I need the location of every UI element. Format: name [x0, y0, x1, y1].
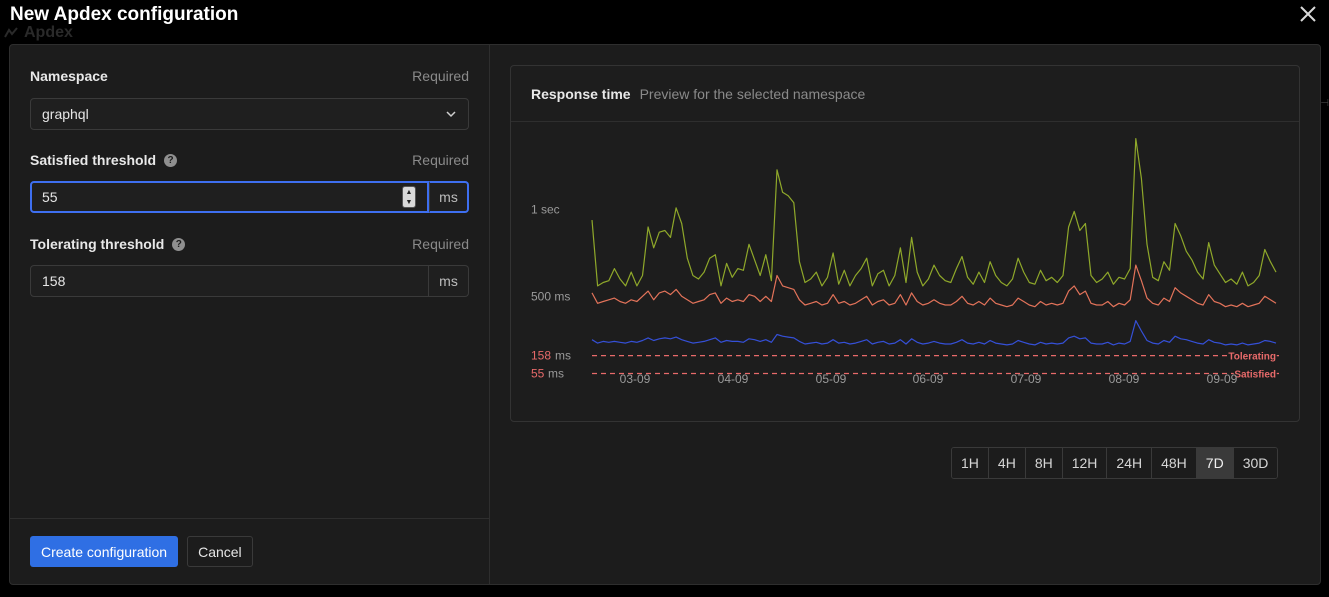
cancel-button[interactable]: Cancel: [187, 536, 253, 567]
range-button-24h[interactable]: 24H: [1107, 448, 1153, 478]
response-time-chart-card: Response time Preview for the selected n…: [510, 65, 1300, 422]
chart-header: Response time Preview for the selected n…: [511, 66, 1299, 122]
tolerating-field: Tolerating threshold ? Required 158 ms: [30, 235, 469, 297]
tolerating-value: 158: [42, 273, 66, 289]
preview-panel: Response time Preview for the selected n…: [490, 45, 1320, 584]
satisfied-label: Satisfied threshold: [30, 152, 157, 168]
tolerating-threshold-input[interactable]: 158: [30, 265, 429, 297]
series-line-1: [591, 264, 1277, 308]
range-button-48h[interactable]: 48H: [1152, 448, 1197, 478]
satisfied-required: Required: [412, 152, 469, 168]
background-edge-mark: ⊣: [1320, 98, 1329, 109]
tolerating-unit: ms: [429, 265, 469, 297]
range-button-7d[interactable]: 7D: [1196, 448, 1234, 478]
x-tick-label: 09-09: [1207, 372, 1238, 386]
close-icon[interactable]: [1297, 3, 1319, 25]
chart-subtitle: Preview for the selected namespace: [639, 85, 866, 102]
form-footer: Create configuration Cancel: [10, 518, 489, 584]
threshold-tick-unit: ms: [548, 366, 564, 380]
stepper-up-icon[interactable]: ▲: [406, 189, 413, 196]
help-icon[interactable]: ?: [172, 237, 186, 251]
tolerating-label: Tolerating threshold: [30, 236, 165, 252]
apdex-logo-icon: [4, 27, 18, 38]
namespace-select[interactable]: graphql: [30, 98, 469, 130]
chart-title: Response time: [531, 85, 631, 102]
threshold-tick-unit: ms: [555, 349, 571, 363]
form-panel: Namespace Required graphql Satisfied thr…: [10, 45, 490, 584]
threshold-tick-value: 158: [531, 349, 551, 363]
y-tick-label: 500 ms: [531, 289, 570, 303]
range-button-30d[interactable]: 30D: [1233, 448, 1278, 478]
screen: Apdex New Apdex configuration ⊣ Namespac…: [0, 0, 1329, 597]
modal-dialog: Namespace Required graphql Satisfied thr…: [9, 44, 1321, 585]
x-tick-label: 04-09: [718, 372, 749, 386]
background-title-text: Apdex: [24, 24, 73, 41]
range-button-1h[interactable]: 1H: [952, 448, 989, 478]
chevron-down-icon: [446, 111, 456, 118]
x-tick-label: 03-09: [620, 372, 651, 386]
namespace-label: Namespace: [30, 68, 108, 84]
tolerating-required: Required: [412, 236, 469, 252]
range-button-8h[interactable]: 8H: [1025, 448, 1063, 478]
stepper-down-icon[interactable]: ▼: [406, 199, 413, 206]
background-page-title: Apdex: [4, 24, 73, 42]
satisfied-unit: ms: [429, 181, 469, 213]
satisfied-threshold-input[interactable]: 55 ▲ ▼: [30, 181, 429, 213]
series-line-2: [591, 320, 1277, 346]
time-range-selector: 1H 4H 8H 12H 24H 48H 7D 30D: [951, 447, 1279, 479]
threshold-tick-value: 55: [531, 366, 545, 380]
create-configuration-button[interactable]: Create configuration: [30, 536, 179, 567]
x-tick-label: 06-09: [913, 372, 944, 386]
range-button-12h[interactable]: 12H: [1062, 448, 1108, 478]
response-time-chart: 1 sec500 msTolerating158 msSatisfied55 ms 0…: [531, 138, 1279, 386]
series-line-0: [591, 138, 1277, 287]
help-icon[interactable]: ?: [164, 153, 178, 167]
satisfied-field: Satisfied threshold ? Required 55 ▲ ▼ ms: [30, 151, 469, 213]
x-tick-label: 08-09: [1109, 372, 1140, 386]
x-tick-label: 05-09: [816, 372, 847, 386]
modal-title: New Apdex configuration: [10, 4, 239, 25]
threshold-label-satisfied: Satisfied: [1234, 369, 1276, 380]
satisfied-value: 55: [42, 189, 58, 205]
threshold-label-tolerating: Tolerating: [1228, 352, 1276, 363]
range-button-4h[interactable]: 4H: [988, 448, 1026, 478]
y-tick-label: 1 sec: [531, 203, 560, 217]
x-tick-label: 07-09: [1011, 372, 1042, 386]
namespace-required: Required: [412, 68, 469, 84]
number-stepper[interactable]: ▲ ▼: [402, 186, 416, 208]
namespace-field: Namespace Required graphql: [30, 67, 469, 130]
namespace-value: graphql: [42, 106, 89, 122]
